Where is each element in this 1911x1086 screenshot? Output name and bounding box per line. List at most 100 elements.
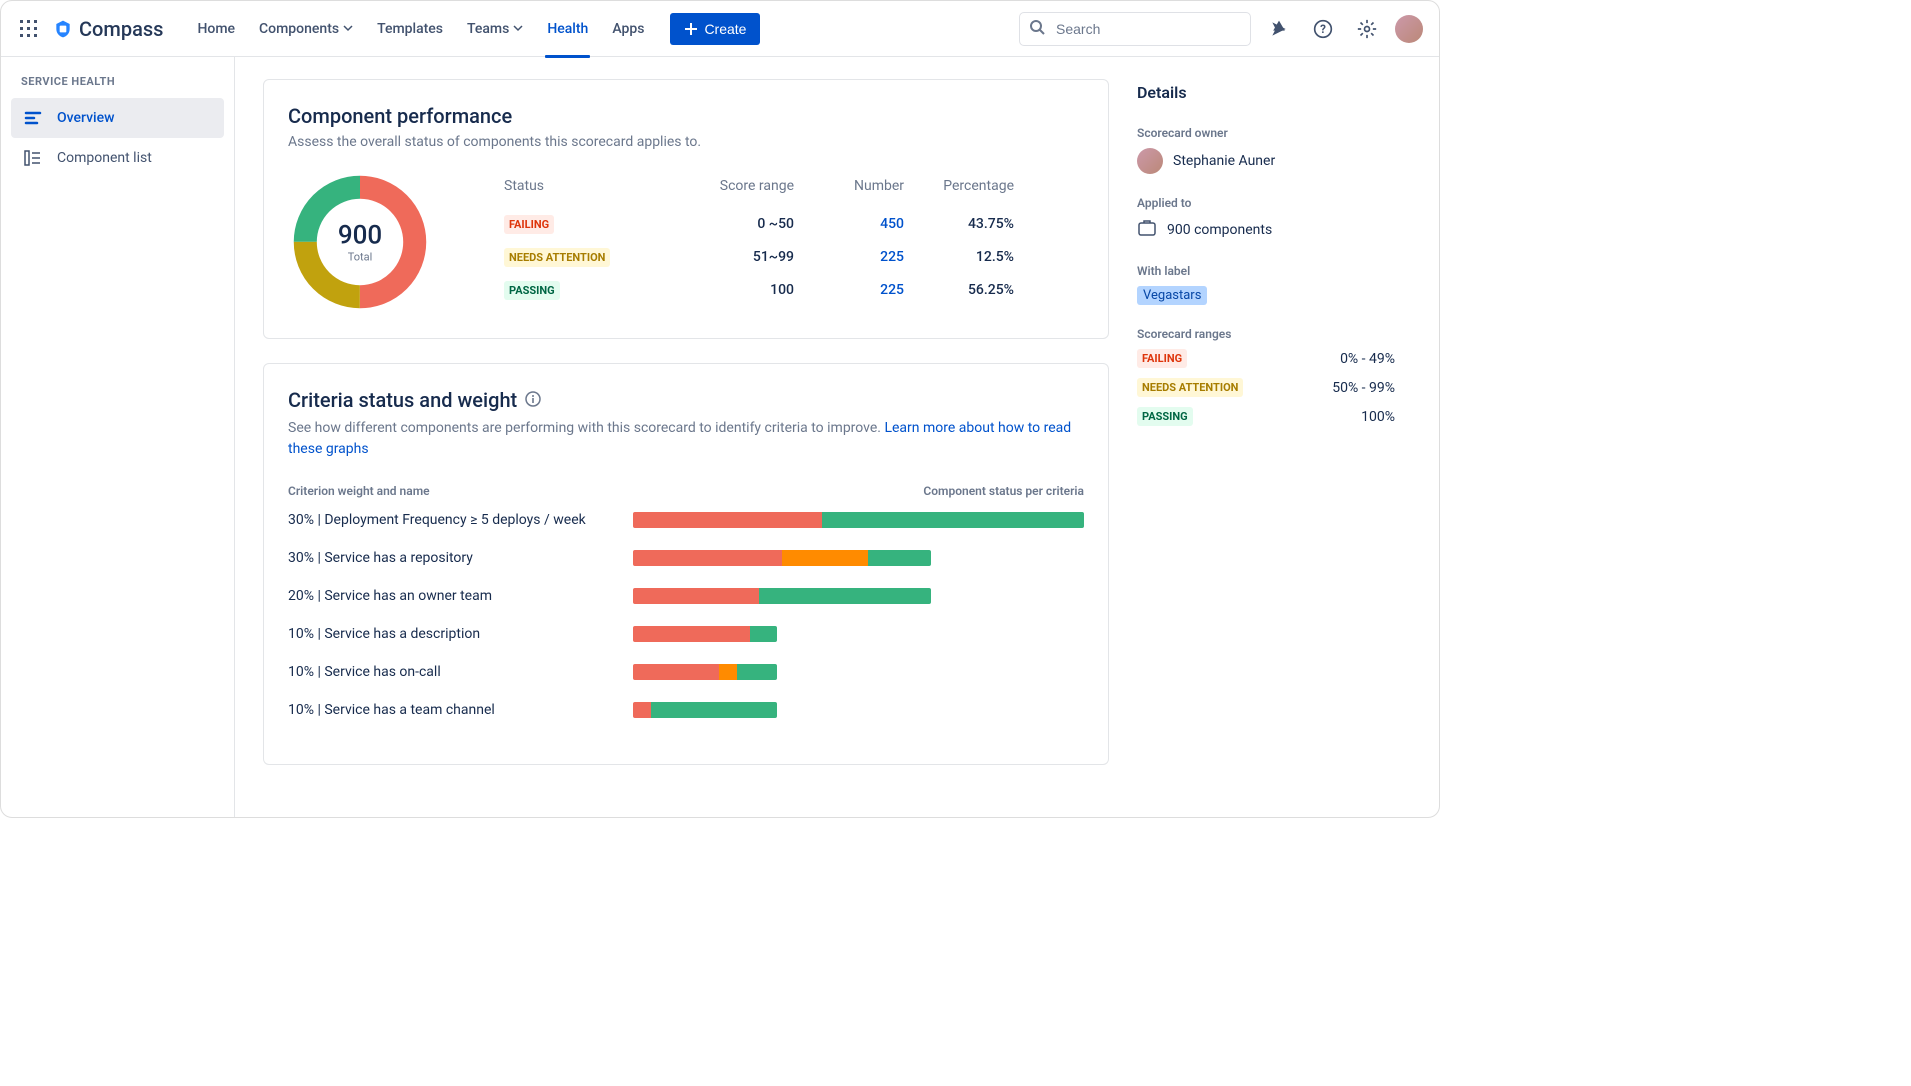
bar-segment-passing — [822, 512, 1084, 528]
sidebar-item-label: Component list — [57, 150, 152, 166]
criteria-card: Criteria status and weight See how diffe… — [263, 363, 1109, 765]
criteria-bar — [633, 626, 777, 642]
owner-avatar — [1137, 148, 1163, 174]
score-range: 100 — [664, 282, 794, 298]
criteria-label: 10% | Service has a team channel — [288, 702, 633, 718]
nav-home[interactable]: Home — [187, 13, 245, 45]
bar-segment-passing — [868, 550, 931, 566]
criteria-label: 20% | Service has an owner team — [288, 588, 633, 604]
range-badge: PASSING — [1137, 407, 1193, 426]
nav-teams-label: Teams — [467, 21, 509, 37]
criteria-title: Criteria status and weight — [288, 388, 517, 412]
applied-value: 900 components — [1167, 222, 1272, 238]
bar-segment-failing — [633, 550, 782, 566]
status-badge: PASSING — [504, 281, 560, 300]
score-range: 51~99 — [664, 249, 794, 265]
sidebar-title: SERVICE HEALTH — [11, 75, 224, 98]
performance-title: Component performance — [288, 104, 1084, 128]
number-link[interactable]: 450 — [794, 216, 904, 232]
criteria-label: 10% | Service has a description — [288, 626, 633, 642]
sidebar-item-overview[interactable]: Overview — [11, 98, 224, 138]
criteria-row: 10% | Service has a team channel — [288, 702, 1084, 718]
with-label-label: With label — [1137, 264, 1395, 278]
range-badge: FAILING — [1137, 349, 1187, 368]
nav-apps-label: Apps — [612, 21, 644, 37]
sidebar-item-component-list[interactable]: Component list — [11, 138, 224, 178]
range-value: 50% - 99% — [1332, 380, 1395, 396]
create-button-label: Create — [704, 21, 746, 37]
col-number: Number — [794, 178, 904, 194]
criteria-row: 30% | Deployment Frequency ≥ 5 deploys /… — [288, 512, 1084, 528]
performance-subtitle: Assess the overall status of components … — [288, 134, 1084, 150]
criteria-row: 30% | Service has a repository — [288, 550, 1084, 566]
chevron-down-icon — [343, 21, 353, 37]
criteria-label: 10% | Service has on-call — [288, 664, 633, 680]
nav-components[interactable]: Components — [249, 13, 363, 45]
bar-segment-passing — [737, 664, 778, 680]
donut-total: 900 — [338, 221, 382, 251]
list-icon — [23, 148, 43, 168]
criteria-bar — [633, 588, 931, 604]
performance-table: Status Score range Number Percentage FAI… — [504, 178, 1084, 307]
nav-apps[interactable]: Apps — [602, 13, 654, 45]
col-pct: Percentage — [904, 178, 1014, 194]
percentage: 12.5% — [904, 249, 1014, 265]
percentage: 56.25% — [904, 282, 1014, 298]
nav-items: Home Components Templates Teams Health A… — [187, 13, 760, 45]
chevron-down-icon — [513, 21, 523, 37]
owner-name: Stephanie Auner — [1173, 153, 1275, 169]
nav-teams[interactable]: Teams — [457, 13, 533, 45]
status-badge: FAILING — [504, 215, 554, 234]
app-switcher-icon[interactable] — [17, 17, 41, 41]
range-value: 100% — [1361, 409, 1395, 425]
status-badge: NEEDS ATTENTION — [504, 248, 610, 267]
applied-row[interactable]: 900 components — [1137, 218, 1395, 242]
component-icon — [1137, 218, 1157, 242]
number-link[interactable]: 225 — [794, 249, 904, 265]
owner-row[interactable]: Stephanie Auner — [1137, 148, 1395, 174]
search-input[interactable] — [1019, 12, 1251, 46]
bar-segment-failing — [633, 512, 822, 528]
bar-segment-attention — [719, 664, 737, 680]
criteria-subtitle-text: See how different components are perform… — [288, 420, 884, 436]
table-row: NEEDS ATTENTION 51~99 225 12.5% — [504, 241, 1084, 274]
overview-icon — [23, 108, 43, 128]
criteria-bar — [633, 664, 777, 680]
settings-icon[interactable] — [1351, 13, 1383, 45]
table-row: PASSING 100 225 56.25% — [504, 274, 1084, 307]
criteria-subtitle: See how different components are perform… — [288, 418, 1084, 460]
notifications-icon[interactable] — [1263, 13, 1295, 45]
performance-card: Component performance Assess the overall… — [263, 79, 1109, 339]
nav-templates[interactable]: Templates — [367, 13, 453, 45]
bar-segment-passing — [651, 702, 777, 718]
criteria-bar — [633, 512, 1084, 528]
number-link[interactable]: 225 — [794, 282, 904, 298]
criteria-label: 30% | Deployment Frequency ≥ 5 deploys /… — [288, 512, 633, 528]
info-icon[interactable] — [525, 388, 541, 412]
details-panel: Details Scorecard owner Stephanie Auner … — [1137, 79, 1395, 795]
create-button[interactable]: Create — [670, 13, 760, 45]
help-icon[interactable]: ? — [1307, 13, 1339, 45]
bar-segment-failing — [633, 588, 759, 604]
range-row: FAILING0% - 49% — [1137, 349, 1395, 368]
owner-label: Scorecard owner — [1137, 126, 1395, 140]
nav-home-label: Home — [197, 21, 235, 37]
plus-icon — [684, 22, 698, 36]
criteria-row: 10% | Service has on-call — [288, 664, 1084, 680]
search-icon — [1029, 19, 1045, 39]
user-avatar[interactable] — [1395, 15, 1423, 43]
donut-total-label: Total — [338, 251, 382, 264]
bar-segment-failing — [633, 664, 719, 680]
criteria-col-right: Component status per criteria — [923, 484, 1084, 498]
table-row: FAILING 0 ~50 450 43.75% — [504, 208, 1084, 241]
compass-logo[interactable]: Compass — [53, 17, 163, 41]
nav-health[interactable]: Health — [537, 13, 598, 45]
applied-label: Applied to — [1137, 196, 1395, 210]
col-range: Score range — [664, 178, 794, 194]
criteria-label: 30% | Service has a repository — [288, 550, 633, 566]
ranges-label: Scorecard ranges — [1137, 327, 1395, 341]
bar-segment-failing — [633, 626, 750, 642]
search-box — [1019, 12, 1251, 46]
criteria-col-left: Criterion weight and name — [288, 484, 430, 498]
label-tag[interactable]: Vegastars — [1137, 286, 1207, 305]
